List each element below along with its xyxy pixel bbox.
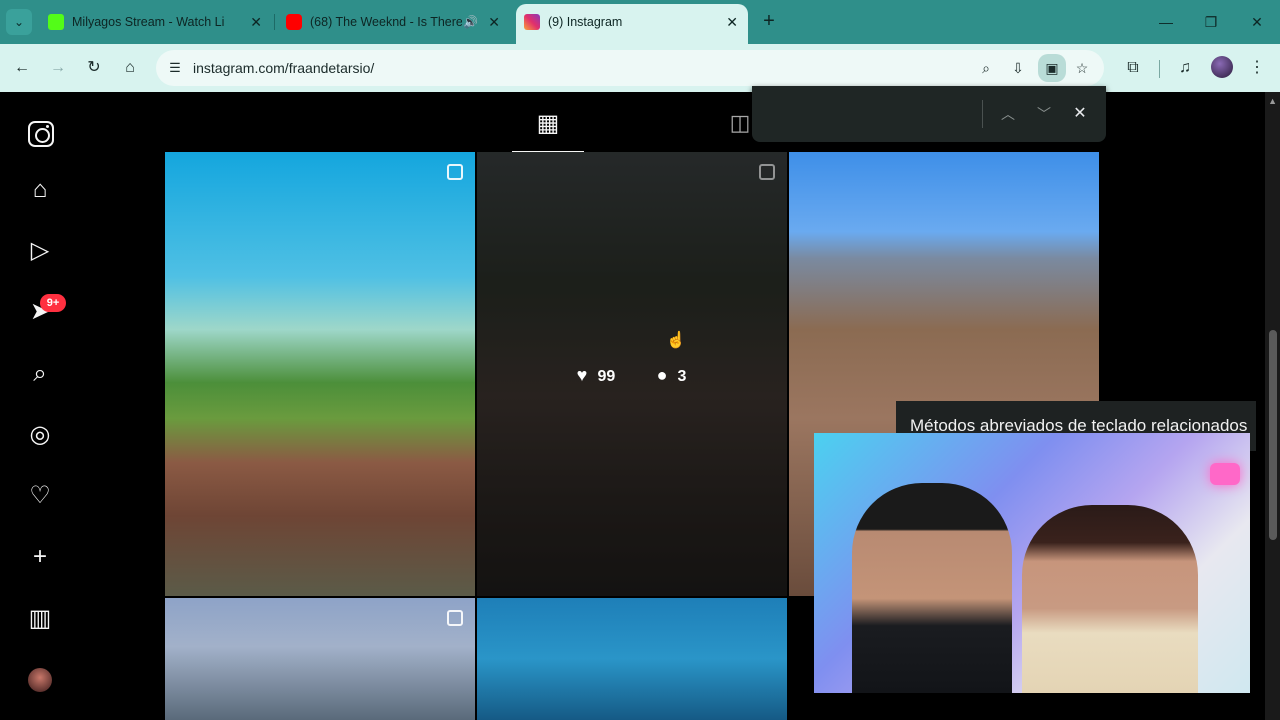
address-bar[interactable]: ☰ instagram.com/fraandetarsio/ ⌕ ⇩ ▣ ☆ (156, 50, 1104, 86)
toolbar-divider (1159, 60, 1160, 78)
home-icon[interactable]: ⌂ (24, 174, 56, 206)
find-next-icon[interactable]: ﹀ (1030, 100, 1058, 128)
likes-stat: ♥ 99 (571, 364, 616, 386)
reels-icon[interactable]: ▷ (24, 235, 56, 267)
restore-button[interactable]: ❐ (1199, 10, 1223, 34)
create-plus-icon[interactable]: + (24, 541, 56, 573)
grid-post[interactable] (477, 598, 787, 720)
browser-tab-strip: ⌄ Milyagos Stream - Watch Live o ✕ (68) … (0, 0, 1280, 44)
comments-count: 3 (677, 368, 687, 385)
bookmark-star-icon[interactable]: ☆ (1072, 58, 1092, 78)
close-tab-icon[interactable]: ✕ (726, 4, 738, 40)
zoom-icon[interactable]: ⌕ (976, 58, 996, 78)
speaker-icon[interactable]: 🔊 (463, 6, 478, 38)
instagram-favicon-icon (524, 14, 540, 30)
tagged-tab[interactable]: ◫ (725, 108, 755, 138)
scroll-up-arrow-icon[interactable]: ▲ (1268, 96, 1277, 106)
tab-kick[interactable]: Milyagos Stream - Watch Live o ✕ (40, 6, 272, 38)
comment-icon: ● (656, 365, 668, 385)
minimize-button[interactable]: — (1154, 10, 1178, 34)
reload-button[interactable]: ↻ (82, 56, 106, 80)
find-separator (982, 100, 983, 128)
extensions-puzzle-icon[interactable]: ⧉ (1121, 56, 1145, 80)
tab-youtube[interactable]: (68) The Weeknd - Is There 🔊 ✕ (278, 6, 510, 38)
tab-title: (9) Instagram (548, 15, 623, 29)
page-scrollbar[interactable]: ▲ (1265, 92, 1280, 720)
install-app-icon[interactable]: ⇩ (1008, 58, 1028, 78)
find-input[interactable] (766, 98, 972, 130)
heart-icon: ♥ (576, 365, 588, 385)
profile-avatar[interactable] (1211, 56, 1233, 78)
tab-instagram[interactable]: (9) Instagram ✕ (516, 4, 748, 44)
neon-light (1210, 463, 1240, 485)
posts-grid-tab[interactable]: ▦ (512, 92, 584, 152)
close-tab-icon[interactable]: ✕ (488, 6, 500, 38)
close-window-button[interactable]: ✕ (1245, 10, 1269, 34)
browser-toolbar: ← → ↻ ⌂ ☰ instagram.com/fraandetarsio/ ⌕… (0, 44, 1280, 92)
grid-post[interactable] (165, 152, 475, 596)
back-button[interactable]: ← (10, 56, 34, 80)
home-button[interactable]: ⌂ (118, 56, 142, 80)
webcam-overlay (814, 433, 1250, 693)
instagram-logo-icon[interactable] (28, 121, 54, 147)
explore-icon[interactable]: ◎ (24, 419, 56, 451)
kebab-menu-icon[interactable]: ⋮ (1245, 56, 1269, 80)
profile-avatar[interactable] (28, 668, 52, 692)
url-text[interactable]: instagram.com/fraandetarsio/ (193, 50, 374, 86)
close-tab-icon[interactable]: ✕ (250, 6, 262, 38)
streamer-person (852, 483, 1012, 693)
media-control-icon[interactable]: ♫ (1173, 56, 1197, 80)
forward-button[interactable]: → (46, 56, 70, 80)
search-icon[interactable]: ⌕ (24, 358, 56, 390)
notifications-heart-icon[interactable]: ♡ (24, 480, 56, 512)
find-in-page-bar: ︿ ﹀ ✕ (752, 86, 1106, 142)
carousel-icon (759, 164, 775, 180)
site-info-icon[interactable]: ☰ (166, 59, 184, 77)
grid-post[interactable] (165, 598, 475, 720)
new-tab-button[interactable]: + (758, 10, 780, 32)
youtube-favicon-icon (286, 14, 302, 30)
tab-title: (68) The Weeknd - Is There (310, 15, 462, 29)
carousel-icon (447, 164, 463, 180)
tab-separator (274, 14, 275, 30)
reader-mode-icon[interactable]: ▣ (1038, 54, 1066, 82)
comments-stat: ● 3 (651, 364, 687, 386)
likes-count: 99 (597, 368, 616, 385)
find-close-icon[interactable]: ✕ (1066, 100, 1094, 128)
kick-favicon-icon (48, 14, 64, 30)
tab-list-button[interactable]: ⌄ (6, 9, 32, 35)
tab-title: Milyagos Stream - Watch Live o (72, 15, 224, 29)
scrollbar-thumb[interactable] (1269, 330, 1277, 540)
find-previous-icon[interactable]: ︿ (994, 100, 1022, 128)
hand-cursor-icon: ☝ (666, 332, 686, 349)
dashboard-icon[interactable]: ▥ (24, 603, 56, 635)
streamer-person (1022, 505, 1198, 693)
instagram-sidebar: ⌂ ▷ ➤ 9+ ⌕ ◎ ♡ + ▥ (0, 92, 80, 720)
notification-badge: 9+ (40, 294, 66, 312)
grid-post-hovered[interactable]: ♥ 99 ● 3 (477, 152, 787, 596)
hover-overlay (477, 152, 787, 596)
carousel-icon (447, 610, 463, 626)
